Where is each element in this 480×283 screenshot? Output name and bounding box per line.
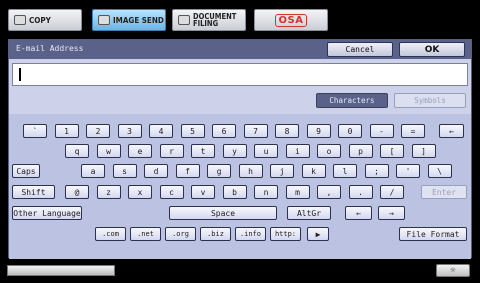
brightness-button[interactable]: ☼ (436, 264, 470, 277)
key-9-row2[interactable]: p (348, 144, 373, 158)
dialog-title-bar: E-mail Address Cancel OK (9, 40, 471, 59)
key-5-row2[interactable]: y (222, 144, 247, 158)
shift-key[interactable]: Shift (12, 185, 55, 199)
cancel-button[interactable]: Cancel (327, 42, 393, 57)
document-filing-tab[interactable]: DOCUMENT FILING (172, 9, 246, 31)
ok-button[interactable]: OK (399, 42, 465, 57)
key-4-row4[interactable]: v (191, 185, 215, 199)
key-6-row1[interactable]: 6 (212, 124, 236, 138)
key-5-row4[interactable]: b (222, 185, 247, 199)
enter-key[interactable]: Enter (421, 185, 467, 199)
key-2-row3[interactable]: d (144, 164, 168, 178)
key-3-row2[interactable]: r (159, 144, 184, 158)
key-6-row4[interactable]: n (254, 185, 278, 199)
osa-tab[interactable]: OSA (254, 9, 328, 31)
key-1-row1[interactable]: 1 (54, 124, 79, 138)
key-4-row1[interactable]: 4 (149, 124, 173, 138)
key-7-row1[interactable]: 7 (243, 124, 268, 138)
key-3-row4[interactable]: c (159, 185, 184, 199)
key-4-row3[interactable]: g (207, 164, 231, 178)
key-10-row3[interactable]: ' (396, 164, 420, 178)
job-status-bar[interactable] (7, 265, 115, 276)
space-key[interactable]: Space (169, 206, 277, 220)
key-10-row4[interactable]: / (380, 185, 404, 199)
key-6-row3[interactable]: j (270, 164, 294, 178)
brightness-icon: ☼ (450, 265, 456, 276)
symbols-tab[interactable]: Symbols (394, 93, 466, 108)
key-2-row1[interactable]: 2 (86, 124, 110, 138)
key-8-row4[interactable]: , (317, 185, 341, 199)
file-format-button[interactable]: File Format (399, 227, 467, 241)
key-9-row3[interactable]: ; (364, 164, 389, 178)
key-6-row2[interactable]: u (254, 144, 278, 158)
soft-keyboard: ` 1 2 3 4 5 6 7 8 9 0- = ← q w e r t y u i o p [] Caps a s d f g h j k l;… (9, 114, 471, 259)
domain-key-2[interactable]: .org (165, 227, 196, 241)
key-8-row2[interactable]: o (317, 144, 341, 158)
key-9-row1[interactable]: 9 (306, 124, 331, 138)
key-0-row2[interactable]: q (65, 144, 89, 158)
copy-tab[interactable]: COPY (8, 9, 82, 31)
arrow-left-key[interactable]: ← (345, 206, 372, 220)
key-11-row2[interactable]: ] (411, 144, 436, 158)
key-8-row3[interactable]: l (333, 164, 357, 178)
key-4-row2[interactable]: t (191, 144, 215, 158)
scanner-icon (98, 15, 110, 25)
key-0-row3[interactable]: a (81, 164, 105, 178)
caps-key[interactable]: Caps (12, 164, 40, 178)
key-5-row3[interactable]: h (238, 164, 263, 178)
arrow-right-key[interactable]: → (378, 206, 405, 220)
key-5-row1[interactable]: 5 (180, 124, 205, 138)
domain-key-4[interactable]: .info (235, 227, 266, 241)
characters-tab[interactable]: Characters (316, 93, 388, 108)
key-0-row1[interactable]: ` (23, 124, 47, 138)
key-1-row3[interactable]: s (112, 164, 137, 178)
image-send-tab-label: IMAGE SEND (113, 15, 164, 25)
key-9-row4[interactable]: . (348, 185, 373, 199)
key-10-row2[interactable]: [ (380, 144, 404, 158)
dialog-title: E-mail Address (16, 44, 84, 53)
copier-icon (14, 15, 26, 25)
key-3-row1[interactable]: 3 (117, 124, 142, 138)
copy-tab-label: COPY (29, 15, 51, 25)
text-caret (19, 68, 21, 81)
email-address-dialog: E-mail Address Cancel OK Characters Symb… (8, 39, 472, 259)
backspace-key[interactable]: ← (439, 124, 464, 138)
key-1-row4[interactable]: z (96, 185, 121, 199)
key-7-row3[interactable]: k (301, 164, 326, 178)
key-0-row4[interactable]: @ (65, 185, 89, 199)
domain-key-3[interactable]: .biz (200, 227, 231, 241)
image-send-tab[interactable]: IMAGE SEND (92, 9, 166, 31)
play-key[interactable]: ▶ (307, 227, 329, 241)
key-11-row3[interactable]: \ (427, 164, 452, 178)
osa-logo: OSA (274, 13, 308, 27)
status-bar: ☼ (0, 260, 480, 283)
domain-key-5[interactable]: http: (270, 227, 301, 241)
key-7-row4[interactable]: m (285, 185, 310, 199)
folder-icon (178, 15, 190, 25)
domain-key-1[interactable]: .net (130, 227, 161, 241)
key-2-row2[interactable]: e (128, 144, 152, 158)
copier-panel-screen: COPY IMAGE SEND DOCUMENT FILING OSA E-ma… (0, 0, 480, 283)
key-8-row1[interactable]: 8 (275, 124, 299, 138)
key-12-row1[interactable]: = (401, 124, 425, 138)
key-2-row4[interactable]: x (128, 185, 152, 199)
key-7-row2[interactable]: i (285, 144, 310, 158)
email-address-input[interactable] (12, 63, 468, 86)
key-1-row2[interactable]: w (96, 144, 121, 158)
other-language-key[interactable]: Other Language (12, 206, 82, 220)
key-10-row1[interactable]: 0 (338, 124, 362, 138)
domain-key-0[interactable]: .com (95, 227, 126, 241)
key-3-row3[interactable]: f (175, 164, 200, 178)
altgr-key[interactable]: AltGr (287, 206, 331, 220)
document-filing-line2: FILING (193, 19, 219, 28)
key-11-row1[interactable]: - (369, 124, 394, 138)
